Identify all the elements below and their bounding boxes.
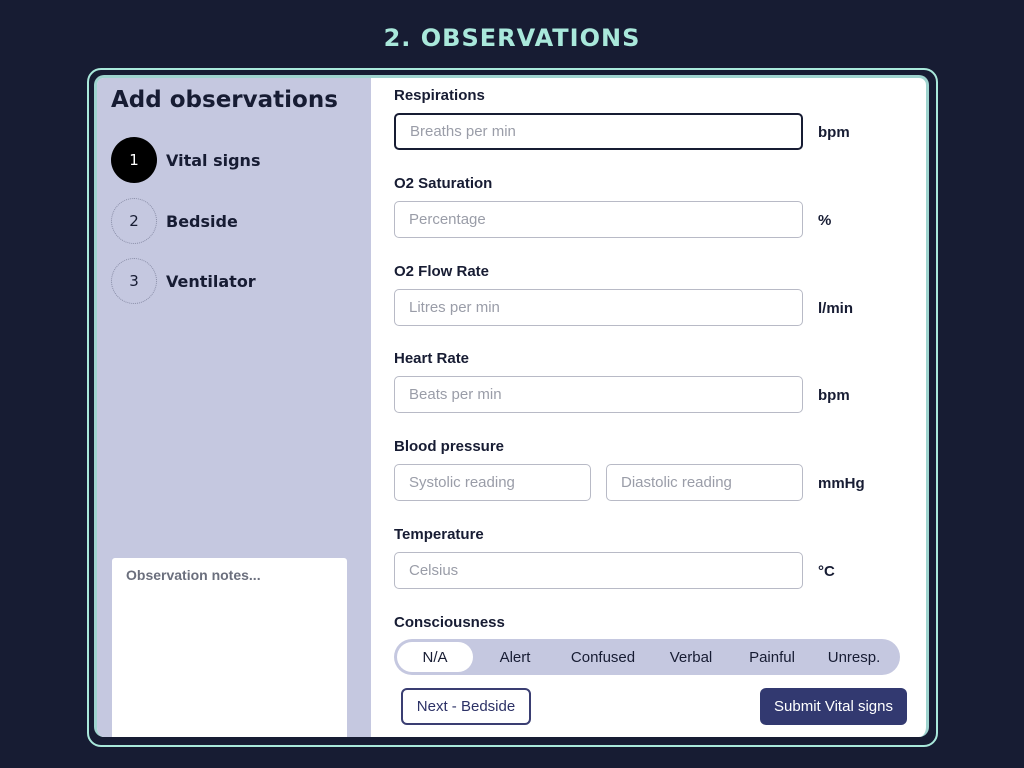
step-number-circle: 2	[111, 198, 157, 244]
step-label: Ventilator	[166, 271, 256, 291]
next-bedside-button[interactable]: Next - Bedside	[401, 688, 531, 725]
step-bedside[interactable]: 2 Bedside	[111, 198, 351, 244]
sidebar-title: Add observations	[111, 87, 338, 113]
respirations-unit: bpm	[818, 124, 850, 141]
o2-flow-rate-label: O2 Flow Rate	[394, 263, 490, 280]
consciousness-label: Consciousness	[394, 614, 505, 631]
temperature-input[interactable]	[394, 552, 803, 589]
observations-card: Add observations 1 Vital signs 2 Bedside…	[94, 75, 929, 737]
temperature-unit: °C	[818, 563, 835, 580]
heart-rate-input[interactable]	[394, 376, 803, 413]
heart-rate-label: Heart Rate	[394, 350, 470, 367]
o2-saturation-label: O2 Saturation	[394, 175, 493, 192]
o2-saturation-unit: %	[818, 212, 832, 229]
observation-notes-input[interactable]	[111, 557, 348, 737]
step-vital-signs[interactable]: 1 Vital signs	[111, 137, 351, 183]
respirations-label: Respirations	[394, 87, 485, 104]
consciousness-option-verbal[interactable]: Verbal	[649, 642, 733, 672]
diastolic-input[interactable]	[606, 464, 803, 501]
sidebar: Add observations 1 Vital signs 2 Bedside…	[97, 78, 371, 737]
submit-vital-signs-button[interactable]: Submit Vital signs	[760, 688, 907, 725]
o2-saturation-input[interactable]	[394, 201, 803, 238]
respirations-input[interactable]	[394, 113, 803, 150]
consciousness-selector: N/A Alert Confused Verbal Painful Unresp…	[394, 639, 900, 675]
consciousness-option-painful[interactable]: Painful	[733, 642, 811, 672]
temperature-label: Temperature	[394, 526, 484, 543]
o2-flow-rate-unit: l/min	[818, 300, 854, 317]
consciousness-option-confused[interactable]: Confused	[557, 642, 649, 672]
page-title: 2. OBSERVATIONS	[383, 24, 641, 52]
consciousness-option-alert[interactable]: Alert	[473, 642, 557, 672]
step-ventilator[interactable]: 3 Ventilator	[111, 258, 351, 304]
systolic-input[interactable]	[394, 464, 591, 501]
o2-flow-rate-input[interactable]	[394, 289, 803, 326]
consciousness-option-unresponsive[interactable]: Unresp.	[811, 642, 897, 672]
consciousness-option-na[interactable]: N/A	[397, 642, 473, 672]
step-label: Bedside	[166, 211, 238, 231]
blood-pressure-label: Blood pressure	[394, 438, 505, 455]
heart-rate-unit: bpm	[818, 387, 850, 404]
blood-pressure-unit: mmHg	[818, 475, 865, 492]
step-number-circle: 3	[111, 258, 157, 304]
step-number-circle: 1	[111, 137, 157, 183]
step-label: Vital signs	[166, 150, 261, 170]
